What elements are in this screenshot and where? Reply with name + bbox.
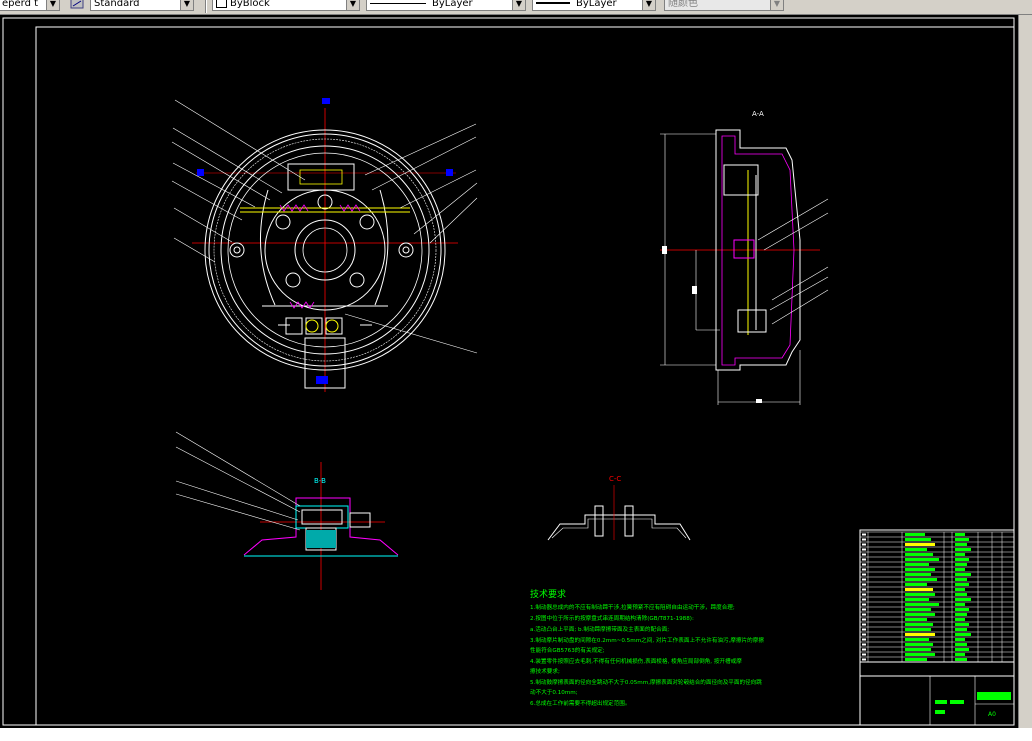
- section-c-c: C-C: [547, 475, 691, 541]
- linetype-value: ByLayer: [432, 0, 473, 9]
- toolbar-separator: [205, 0, 207, 13]
- chevron-down-icon[interactable]: ▼: [46, 0, 59, 10]
- lineweight-preview-icon: [536, 2, 570, 4]
- tech-line: 5.制动鼓摩擦表面的径向全跳动不大于0.05mm,摩擦表面对轮毂结合的面径向及平…: [530, 678, 762, 686]
- plot-style-combo[interactable]: 随颜色 ▼: [664, 0, 784, 11]
- dimension-style-icon[interactable]: [70, 0, 84, 10]
- parts-list-title-block: A0: [859, 529, 1015, 726]
- chevron-down-icon[interactable]: ▼: [770, 0, 783, 10]
- dim-style-combo[interactable]: Standard ▼: [90, 0, 194, 11]
- color-value: ByBlock: [230, 0, 270, 9]
- chevron-down-icon[interactable]: ▼: [642, 0, 655, 10]
- tech-line: 2.按图中位于所示的按摩盘式串连周期结构清除(GB/T871-1988):: [530, 614, 694, 622]
- command-line[interactable]: [0, 728, 1032, 741]
- lineweight-combo[interactable]: ByLayer ▼: [532, 0, 656, 11]
- front-view: [171, 98, 478, 392]
- tech-line: 1.制动器总成内的不应有制动蹄干涉,拉簧预紧不应有阻碍自由运动干涉，蹄度合理;: [530, 603, 735, 611]
- chevron-down-icon[interactable]: ▼: [180, 0, 193, 10]
- color-combo[interactable]: ByBlock ▼: [212, 0, 360, 11]
- section-c-c-label: C-C: [609, 475, 621, 483]
- text-style-combo[interactable]: eperd t ▼: [0, 0, 60, 11]
- lineweight-value: ByLayer: [576, 0, 617, 9]
- tech-title: 技术要求: [530, 588, 566, 600]
- section-b-b: B-B: [175, 431, 399, 590]
- linetype-combo[interactable]: ByLayer ▼: [366, 0, 526, 11]
- section-a-a-label: A-A: [752, 110, 764, 118]
- inner-border: [35, 26, 1015, 726]
- tech-line: a.活动凸台上平面; b.制动蹄摩擦带面及主表面的配合面;: [530, 625, 669, 633]
- chevron-down-icon[interactable]: ▼: [346, 0, 359, 10]
- chevron-down-icon[interactable]: ▼: [512, 0, 525, 10]
- vertical-scrollbar[interactable]: [1018, 15, 1032, 728]
- tech-line: 3.制动摩片制动盘的间隙在0.2mm~0.5mm之间, 对片工作表面上不允许有油…: [530, 636, 764, 644]
- technical-requirements: 技术要求 1.制动器总成内的不应有制动蹄干涉,拉簧预紧不应有阻碍自由运动干涉，蹄…: [530, 588, 764, 707]
- properties-toolbar: eperd t ▼ Standard ▼ ByBlock ▼ ByLayer ▼ ByL…: [0, 0, 1032, 15]
- linetype-preview-icon: [370, 2, 426, 4]
- plot-style-value: 随颜色: [668, 0, 698, 9]
- tech-line: 4.装置零件按照应去毛刺,不得有任何机械损伤,表面棱格, 棱角应局部倒角, 按开…: [530, 657, 742, 665]
- sheet-number: A0: [988, 711, 996, 718]
- tech-line: 动不大于0.10mm;: [530, 688, 578, 696]
- tech-line: 性能符合GB5763的有关规定;: [530, 646, 605, 654]
- cad-drawing: A-A B-B C-C 技术要求 1.制动器总成内的不应有制动蹄干涉,拉簧预紧不…: [2, 17, 1015, 726]
- tech-line: 擦技术要求;: [530, 667, 560, 675]
- tech-line: 6.总成在工作前需要不得超出规定范围。: [530, 699, 630, 707]
- section-b-b-label: B-B: [314, 477, 326, 485]
- text-style-value: eperd t: [2, 0, 39, 9]
- color-swatch-icon: [216, 0, 227, 8]
- section-a-a: A-A: [660, 110, 829, 405]
- drawing-canvas[interactable]: A-A B-B C-C 技术要求 1.制动器总成内的不应有制动蹄干涉,拉簧预紧不…: [0, 15, 1018, 728]
- dim-style-value: Standard: [94, 0, 140, 9]
